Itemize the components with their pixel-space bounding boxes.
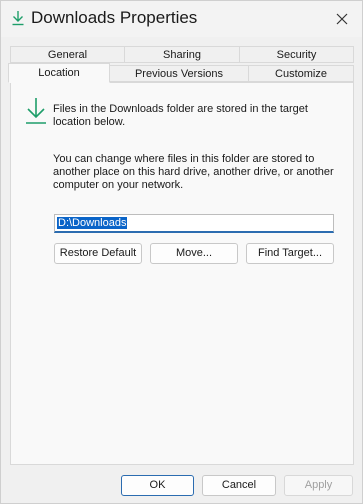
tab-general[interactable]: General	[10, 46, 125, 63]
target-path-value: D:\Downloads	[57, 217, 128, 229]
location-description-line-2: another place on this hard drive, anothe…	[53, 166, 334, 178]
properties-window: Downloads Properties General Sharing Sec…	[0, 0, 363, 504]
find-target-button[interactable]: Find Target...	[246, 243, 334, 264]
target-path-input[interactable]: D:\Downloads	[54, 214, 334, 233]
cancel-button[interactable]: Cancel	[202, 475, 276, 496]
location-description-line-3: computer on your network.	[53, 179, 184, 191]
title-bar[interactable]: Downloads Properties	[1, 1, 362, 37]
tab-customize[interactable]: Customize	[248, 65, 354, 82]
tab-security[interactable]: Security	[239, 46, 354, 63]
ok-button[interactable]: OK	[121, 475, 194, 496]
download-arrow-icon	[12, 11, 24, 26]
close-button[interactable]	[327, 5, 357, 33]
move-button[interactable]: Move...	[150, 243, 238, 264]
tab-panel-location	[10, 82, 354, 465]
download-arrow-icon	[26, 98, 46, 124]
restore-default-button[interactable]: Restore Default	[54, 243, 142, 264]
tab-sharing[interactable]: Sharing	[124, 46, 240, 63]
location-description-line-1: You can change where files in this folde…	[53, 153, 315, 165]
location-info-line-2: location below.	[53, 116, 126, 128]
close-icon	[336, 13, 348, 25]
apply-button[interactable]: Apply	[284, 475, 353, 496]
tab-location[interactable]: Location	[8, 63, 110, 83]
window-title: Downloads Properties	[31, 8, 198, 27]
location-info-line-1: Files in the Downloads folder are stored…	[53, 103, 308, 115]
tab-previous-versions[interactable]: Previous Versions	[109, 65, 249, 82]
